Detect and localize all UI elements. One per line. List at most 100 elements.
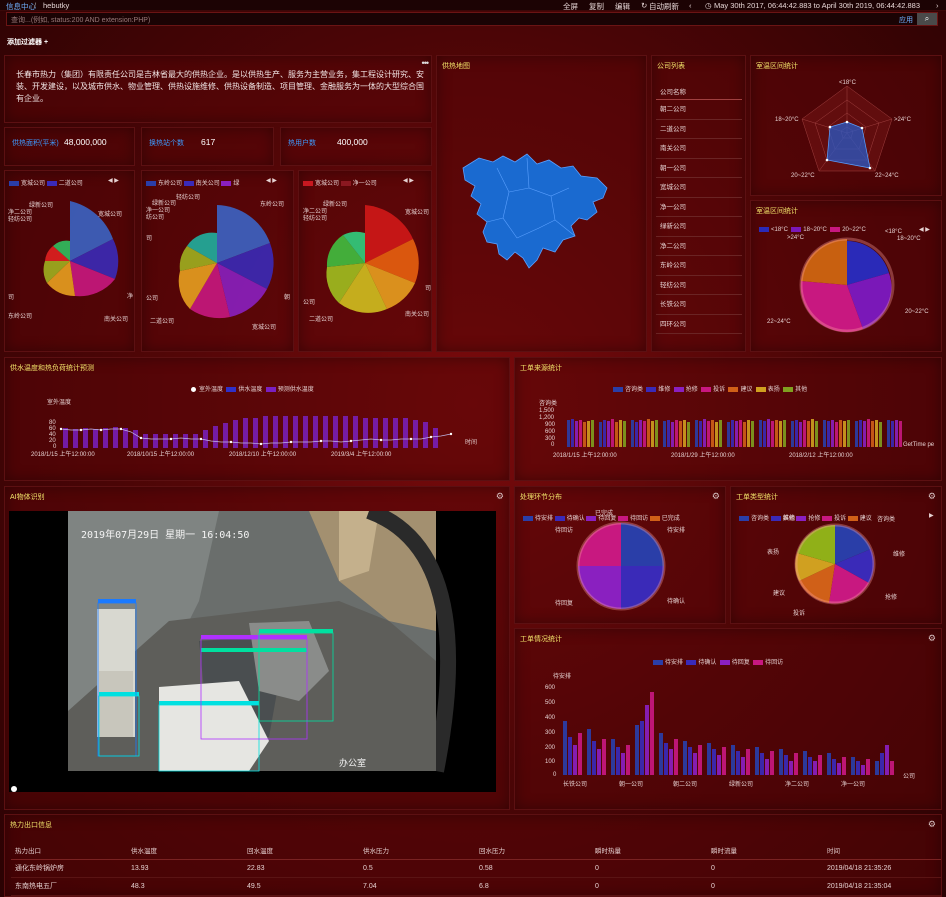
x-axis-title: GetTime pe bbox=[903, 442, 935, 448]
column-header[interactable]: 时间 bbox=[823, 841, 941, 860]
intro-panel: ••• 长春市热力（集团）有限责任公司是吉林省最大的供热企业。是以供热生产、服务… bbox=[4, 55, 432, 123]
pie-label: 纺公司 bbox=[146, 215, 165, 221]
column-header[interactable]: 回水温度 bbox=[243, 841, 359, 860]
gear-icon[interactable]: ⚙ bbox=[496, 491, 504, 502]
process-panel: 处理环节分布 ⚙ 待安排 待确认 待回复 待回访 已完成 已完成 待回访 待安排… bbox=[514, 486, 726, 624]
province-map[interactable] bbox=[457, 148, 617, 278]
list-item[interactable]: 朝一公司 bbox=[656, 159, 742, 178]
table-cell: 通化东岭锅炉房 bbox=[11, 859, 127, 878]
pie-label: 公司 bbox=[303, 300, 316, 306]
column-header[interactable]: 供水压力 bbox=[359, 841, 475, 860]
pie-label: 司 bbox=[8, 295, 15, 301]
list-item[interactable]: 净一公司 bbox=[656, 198, 742, 217]
pie-label: 南关公司 bbox=[104, 317, 129, 323]
radar-label: 22~24°C bbox=[875, 173, 899, 179]
table-row[interactable]: 通化东岭锅炉房 13.93 22.83 0.5 0.58 0 0 2019/04… bbox=[11, 859, 941, 878]
column-header[interactable]: 瞬时流量 bbox=[707, 841, 823, 860]
x-tick: 2019/3/4 上午12:00:00 bbox=[331, 452, 392, 458]
company-list-panel: 公司列表 公司名称 朝二公司 二道公司 南关公司 朝一公司 宽城公司 净一公司 … bbox=[651, 55, 746, 352]
pie-label: 二道公司 bbox=[309, 317, 334, 323]
fullscreen-button[interactable]: 全屏 bbox=[563, 1, 578, 12]
list-item[interactable]: 二道公司 bbox=[656, 120, 742, 139]
chevron-right-icon[interactable]: › bbox=[936, 1, 939, 10]
table-cell: 0 bbox=[707, 859, 823, 878]
pie-label: 维修 bbox=[893, 552, 906, 558]
x-tick: 2018/2/12 上午12:00:00 bbox=[789, 453, 853, 459]
kpi-label: 换热站个数 bbox=[149, 140, 184, 147]
list-item[interactable]: 四环公司 bbox=[656, 315, 742, 334]
intro-text: 长春市热力（集团）有限责任公司是吉林省最大的供热企业。是以供热生产、服务为主营业… bbox=[16, 70, 424, 103]
table-cell: 2019/04/18 21:35:04 bbox=[823, 877, 941, 896]
heat-outlet-table: 热力出口 供水温度 回水温度 供水压力 回水压力 瞬时热量 瞬时流量 时间 通化… bbox=[11, 841, 941, 896]
edit-button[interactable]: 编辑 bbox=[615, 1, 630, 12]
kpi-value: 48,000,000 bbox=[64, 137, 107, 147]
kpi-users: 热用户数 400,000 bbox=[280, 127, 432, 166]
column-header[interactable]: 瞬时热量 bbox=[591, 841, 707, 860]
kpi-area: 供热面积(平米) 48,000,000 bbox=[4, 127, 135, 166]
rose-label: 22~24°C bbox=[767, 319, 791, 325]
table-header-row: 热力出口 供水温度 回水温度 供水压力 回水压力 瞬时热量 瞬时流量 时间 bbox=[11, 841, 941, 860]
list-item[interactable]: 轻纺公司 bbox=[656, 276, 742, 295]
table-cell: 0 bbox=[707, 877, 823, 896]
forecast-panel: 供水温度和热负荷统计预测 室外温度 供水温度 预测供水温度 室外温度 80 60… bbox=[4, 357, 510, 481]
column-header[interactable]: 热力出口 bbox=[11, 841, 127, 860]
list-item[interactable]: 朝二公司 bbox=[656, 100, 742, 120]
rose-label: <18°C bbox=[885, 229, 902, 235]
ticket-type-pie-chart bbox=[794, 523, 876, 605]
more-icon[interactable]: ••• bbox=[422, 58, 430, 68]
company-pie-1: 宽城公司 二道公司 ◀ ▶ 宽城公司 绿新公司 净二公司 轻纺公司 司 东岭公司… bbox=[4, 170, 135, 352]
apply-button[interactable]: 应用 bbox=[899, 15, 913, 25]
rose-label: 18~20°C bbox=[897, 236, 921, 242]
pie-label: 朝 bbox=[284, 295, 291, 301]
kpi-stations: 换热站个数 617 bbox=[141, 127, 274, 166]
column-header[interactable]: 回水压力 bbox=[475, 841, 591, 860]
list-item[interactable]: 绿新公司 bbox=[656, 217, 742, 237]
time-range[interactable]: May 30th 2017, 06:44:42.883 to April 30t… bbox=[714, 1, 920, 10]
copy-button[interactable]: 复制 bbox=[589, 1, 604, 12]
x-tick: 长铁公司 bbox=[563, 782, 588, 788]
camera-feed[interactable]: 2019年07月29日 星期一 16:04:50 办公室 bbox=[9, 511, 496, 792]
column-header[interactable]: 供水温度 bbox=[127, 841, 243, 860]
pie-label: 公司 bbox=[146, 296, 159, 302]
gear-icon[interactable]: ⚙ bbox=[928, 819, 936, 830]
chevron-left-icon[interactable]: ‹ bbox=[689, 1, 692, 10]
list-item[interactable]: 净二公司 bbox=[656, 237, 742, 256]
table-row[interactable]: 东南热电五厂 48.3 49.5 7.04 6.8 0 0 2019/04/18… bbox=[11, 877, 941, 896]
table-cell: 2019/04/18 21:35:26 bbox=[823, 859, 941, 878]
pie-label: 宽城公司 bbox=[98, 212, 123, 218]
pie-label: 司 bbox=[146, 236, 153, 242]
pie-label: 表扬 bbox=[767, 550, 780, 556]
breadcrumb-root[interactable]: 信息中心 bbox=[6, 1, 36, 12]
breadcrumb-current: hebutky bbox=[43, 1, 70, 10]
ticket-source-chart bbox=[567, 419, 902, 447]
pie-label: 待回复 bbox=[555, 601, 574, 607]
pie-label: 宽城公司 bbox=[252, 325, 277, 331]
x-axis-title: 时间 bbox=[465, 440, 478, 446]
rose-label: 20~22°C bbox=[905, 309, 929, 315]
search-bar: 查询...(例如, status:200 AND extension:PHP) … bbox=[6, 12, 938, 26]
company-list: 公司名称 朝二公司 二道公司 南关公司 朝一公司 宽城公司 净一公司 绿新公司 … bbox=[656, 86, 742, 334]
company-pie-2: 东岭公司 南关公司 绿 ◀ ▶ 轻纺公司 绿新公司 净一公司 纺公司 司 东岭公… bbox=[141, 170, 294, 352]
list-item[interactable]: 长铁公司 bbox=[656, 295, 742, 315]
list-item[interactable]: 宽城公司 bbox=[656, 178, 742, 198]
auto-refresh-button[interactable]: 自动刷新 bbox=[649, 1, 679, 12]
radar-label: 18~20°C bbox=[775, 117, 799, 123]
pie-chart bbox=[43, 201, 119, 297]
list-item[interactable]: 南关公司 bbox=[656, 139, 742, 159]
pie-label: 其他 bbox=[783, 516, 796, 522]
camera-location: 办公室 bbox=[339, 758, 367, 768]
list-item[interactable]: 东岭公司 bbox=[656, 256, 742, 276]
kpi-value: 617 bbox=[201, 137, 216, 147]
add-filter-button[interactable]: 添加过滤器 + bbox=[7, 37, 48, 47]
table-cell: 48.3 bbox=[127, 877, 243, 896]
pie-label: 已完成 bbox=[595, 511, 614, 517]
ticket-source-panel: 工单来源统计 咨询类 维修 抢修 投诉 建议 表扬 其他 咨询类 1,500 1… bbox=[514, 357, 942, 481]
pie-label: 二道公司 bbox=[150, 319, 175, 325]
pie-label: 宽城公司 bbox=[405, 210, 430, 216]
x-tick: 朝二公司 bbox=[673, 782, 698, 788]
radar-label: >24°C bbox=[894, 117, 911, 123]
search-input[interactable]: 查询...(例如, status:200 AND extension:PHP) bbox=[11, 15, 150, 25]
pie-label: 轻纺公司 bbox=[303, 216, 328, 222]
table-cell: 13.93 bbox=[127, 859, 243, 878]
search-icon[interactable]: ⌕ bbox=[917, 13, 937, 25]
